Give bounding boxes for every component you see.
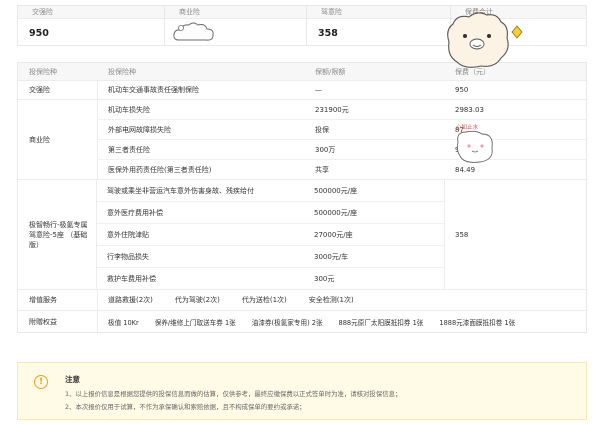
row-name: 意外医疗费用补偿 <box>107 208 163 217</box>
table-row: 意外住院津贴 27000元/座 <box>97 224 444 246</box>
benefit-item: 油漆券(极氪家专用) 2张 <box>251 318 323 327</box>
benefit-item: 1888元漆面膜抵扣卷 1张 <box>439 318 516 327</box>
table-group-syx: 商业险 机动车损失险 231900元 2983.03 外部电网故障损失险 投保 … <box>18 100 586 180</box>
row-name: 外部电网故障损失险 <box>108 125 171 134</box>
row-name: 行李物品损失 <box>107 252 149 261</box>
row-limit: 231900元 <box>315 105 349 114</box>
row-limit: 500000元/座 <box>314 186 358 195</box>
group-type-line: 极智畅行-极氪专属 <box>29 220 88 229</box>
notice-title: 注意 <box>65 375 80 384</box>
table-row: 外部电网故障损失险 投保 87 <box>98 120 586 140</box>
group-premium: 358 <box>444 180 586 289</box>
row-name: 第三者责任险 <box>108 145 150 154</box>
row-limit: 27000元/座 <box>314 230 353 239</box>
row-limit: 300万 <box>315 145 336 154</box>
table-row: 机动车损失险 231900元 2983.03 <box>98 100 586 120</box>
coverage-table: 投保险种 投保险种 保额/限额 保费（元） 交强险 机动车交通事故责任强制保险 … <box>17 62 587 333</box>
cloud-sticker-icon <box>173 22 214 41</box>
row-limit: 投保 <box>315 125 329 134</box>
row-limit: — <box>315 86 322 94</box>
table-row: 行李物品损失 3000元/车 <box>97 246 444 268</box>
col-header: 投保险种 <box>108 67 136 76</box>
sticker-caption: 心如止水 <box>456 125 479 131</box>
table-row: 第三者责任险 300万 9 <box>98 140 586 160</box>
row-name: 医保外用药责任险(第三者责任险) <box>108 166 212 174</box>
table-row: 救护车费用补偿 300元 <box>97 268 444 290</box>
table-row: 医保外用药责任险(第三者责任险) 共享 84.49 <box>98 160 586 180</box>
benefit-item: 保养/维修上门取送车券 1张 <box>154 318 236 327</box>
row-limit: 3000元/车 <box>314 252 349 261</box>
summary-head: 驾意险 <box>307 6 450 19</box>
service-item: 安全检测(1次) <box>308 296 354 304</box>
summary-jyx: 驾意险 358 <box>307 6 451 45</box>
service-item: 道路救援(2次) <box>108 296 153 304</box>
col-header: 投保险种 <box>29 67 57 76</box>
row-premium: 950 <box>455 86 469 94</box>
service-item: 代为驾驶(2次) <box>174 296 220 304</box>
row-type: 附赠权益 <box>18 311 98 332</box>
row-name: 机动车交通事故责任强制保险 <box>108 86 199 94</box>
notice-line: 1、以上报价信息是根据您提供的投保信息而做的估算，仅供参考，最终应缴保费以正式签… <box>65 390 402 398</box>
bear-sticker-icon <box>447 12 523 68</box>
row-limit: 500000元/座 <box>314 208 358 217</box>
table-row: 意外医疗费用补偿 500000元/座 <box>97 202 444 224</box>
warning-icon: ! <box>34 375 48 389</box>
benefit-item: 极值 10Kr <box>108 318 139 327</box>
benefit-item: 888元原厂太阳膜抵扣券 1张 <box>338 318 424 327</box>
table-row-service: 增值服务 道路救援(2次) 代为驾驶(2次) 代为送检(1次) 安全检测(1次) <box>18 290 586 311</box>
notice-line: 2、本次报价仅用于试算，不作为承保确认和索赔依据，且不构成保单的要约或承诺； <box>65 403 306 411</box>
row-name: 意外住院津贴 <box>107 230 149 239</box>
group-type-line: 版） <box>29 240 43 249</box>
summary-syx: 商业险 <box>165 6 307 45</box>
summary-value: 358 <box>318 28 338 39</box>
row-limit: 300元 <box>314 275 335 283</box>
table-group-jyx: 极智畅行-极氪专属 驾意险-5座 （基础 版） 驾驶或乘坐非营运汽车意外伤害身故… <box>18 180 586 290</box>
table-row-jqx: 交强险 机动车交通事故责任强制保险 — 950 <box>18 81 586 100</box>
row-name: 机动车损失险 <box>108 105 150 114</box>
row-limit: 共享 <box>315 166 329 174</box>
row-name: 救护车费用补偿 <box>107 275 156 283</box>
summary-head: 交强险 <box>18 6 164 19</box>
summary-value: 950 <box>29 28 49 39</box>
row-name: 驾驶或乘坐非营运汽车意外伤害身故、残疾给付 <box>107 186 254 195</box>
table-row-benefits: 附赠权益 极值 10Kr 保养/维修上门取送车券 1张 油漆券(极氪家专用) 2… <box>18 311 586 332</box>
row-type: 增值服务 <box>18 290 98 310</box>
service-item: 代为送检(1次) <box>241 296 287 304</box>
table-row: 驾驶或乘坐非营运汽车意外伤害身故、残疾给付 500000元/座 <box>97 180 444 202</box>
summary-jqx: 交强险 950 <box>18 6 165 45</box>
group-type-line: 驾意险-5座 （基础 <box>29 230 88 239</box>
row-premium: 2983.03 <box>455 105 484 114</box>
notice-box: ! 注意 1、以上报价信息是根据您提供的投保信息而做的估算，仅供参考，最终应缴保… <box>17 362 587 420</box>
group-type: 商业险 <box>18 100 98 179</box>
row-type: 交强险 <box>18 81 98 99</box>
group-type: 极智畅行-极氪专属 驾意险-5座 （基础 版） <box>18 180 97 289</box>
col-header: 保额/限额 <box>315 67 346 76</box>
summary-head: 商业险 <box>165 6 306 19</box>
